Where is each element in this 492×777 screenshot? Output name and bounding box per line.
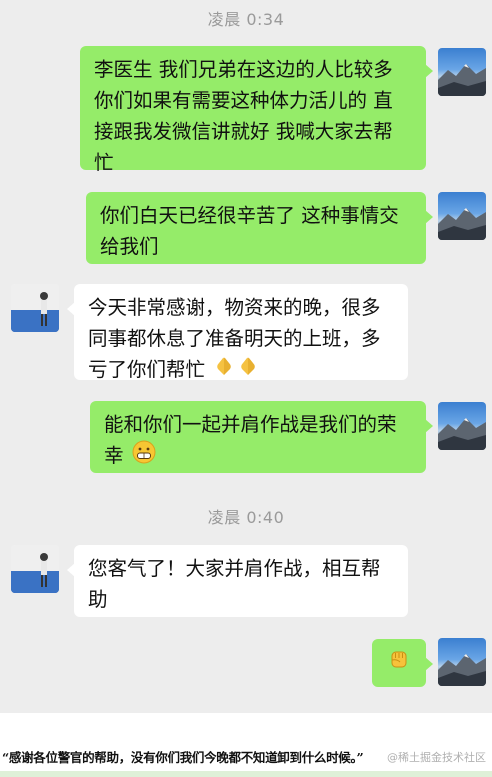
avatar-mountain-image (438, 418, 486, 450)
timestamp: 凌晨 0:40 (207, 508, 285, 527)
avatar[interactable] (11, 545, 59, 593)
article-caption: “感谢各位警官的帮助，没有你们我们今晚都不知道卸到什么时候。” (2, 750, 364, 765)
avatar-person-image (11, 545, 59, 593)
avatar[interactable] (11, 284, 59, 332)
folded-hands-icon (237, 355, 259, 386)
message-text: 李医生 我们兄弟在这边的人比较多 你们如果有需要这种体力活儿的 直接跟我发微信讲… (94, 58, 393, 174)
avatar[interactable] (438, 638, 486, 686)
message-bubble-incoming[interactable]: 今天非常感谢，物资来的晚，很多同事都休息了准备明天的上班，多亏了你们帮忙 (67, 284, 408, 381)
message-text: 您客气了！大家并肩作战，相互帮助 (88, 557, 381, 611)
divider (0, 771, 492, 777)
folded-hands-icon (213, 355, 235, 386)
avatar-person-image (11, 284, 59, 332)
watermark: @稀土掘金技术社区 (387, 751, 486, 764)
message-bubble-outgoing[interactable] (372, 639, 433, 687)
avatar-mountain-image (438, 208, 486, 240)
message-bubble-incoming[interactable]: 您客气了！大家并肩作战，相互帮助 (67, 545, 408, 617)
avatar-mountain-image (438, 64, 486, 96)
message-bubble-outgoing[interactable]: 能和你们一起并肩作战是我们的荣幸 (90, 401, 433, 473)
avatar[interactable] (438, 48, 486, 96)
message-text: 你们白天已经很辛苦了 这种事情交给我们 (100, 204, 399, 258)
timestamp: 凌晨 0:34 (207, 10, 285, 29)
message-bubble-outgoing[interactable]: 李医生 我们兄弟在这边的人比较多 你们如果有需要这种体力活儿的 直接跟我发微信讲… (80, 46, 433, 174)
caption-area: “感谢各位警官的帮助，没有你们我们今晚都不知道卸到什么时候。” @稀土掘金技术社… (0, 713, 492, 777)
avatar[interactable] (438, 402, 486, 450)
avatar[interactable] (438, 192, 486, 240)
message-bubble-outgoing[interactable]: 你们白天已经很辛苦了 这种事情交给我们 (86, 192, 433, 264)
chat-area: 凌晨 0:34 李医生 我们兄弟在这边的人比较多 你们如果有需要这种体力活儿的 … (0, 0, 492, 713)
avatar-mountain-image (438, 654, 486, 686)
fist-icon (387, 647, 411, 680)
grinning-face-icon (132, 440, 156, 473)
